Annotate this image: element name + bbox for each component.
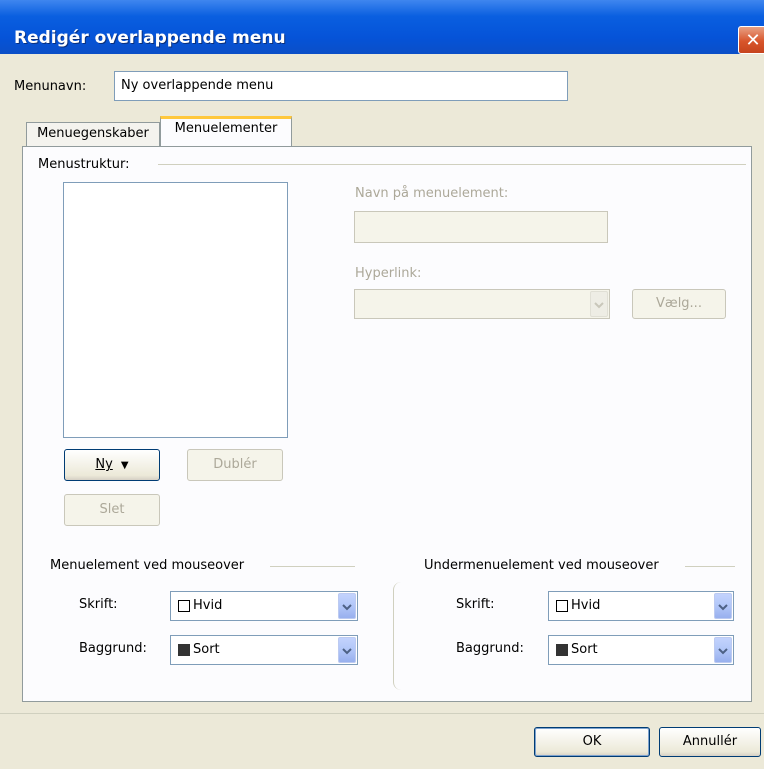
new-button[interactable]: Ny ▼ [64,449,160,481]
close-icon: ✕ [745,29,761,51]
right-bg-value: Sort [571,642,598,657]
chevron-down-icon[interactable] [714,637,732,663]
white-swatch [556,600,568,612]
right-mouseover-title: Undermenuelement ved mouseover [424,558,659,573]
left-bg-select[interactable]: Sort [170,635,358,665]
item-name-label: Navn på menuelement: [355,186,509,201]
left-font-select[interactable]: Hvid [170,591,358,621]
chevron-down-icon[interactable] [714,593,732,619]
ok-button[interactable]: OK [534,727,650,757]
structure-label: Menustruktur: [38,157,130,172]
right-font-label: Skrift: [456,597,495,612]
left-mouseover-title: Menuelement ved mouseover [50,558,245,573]
chevron-down-icon[interactable] [590,291,608,317]
close-button[interactable]: ✕ [738,26,764,54]
tab-menu-elements[interactable]: Menuelementer [160,116,292,147]
left-bg-value: Sort [193,642,220,657]
cancel-button[interactable]: Annullér [659,727,761,757]
item-name-input[interactable] [354,211,608,243]
menu-name-label: Menunavn: [14,79,87,94]
right-font-select[interactable]: Hvid [548,591,734,621]
menu-structure-list[interactable] [63,182,288,438]
window-title: Redigér overlappende menu [14,28,286,48]
duplicate-button[interactable]: Dublér [187,449,283,481]
group-separator [393,582,402,690]
chevron-down-icon[interactable] [338,637,356,663]
right-mouseover-divider [685,566,735,567]
chevron-down-icon: ▼ [120,460,129,471]
delete-button[interactable]: Slet [64,494,160,526]
hyperlink-select[interactable] [354,289,610,319]
menu-name-input[interactable]: Ny overlappende menu [114,71,568,101]
hyperlink-label: Hyperlink: [355,266,422,281]
right-bg-select[interactable]: Sort [548,635,734,665]
left-font-value: Hvid [193,598,223,613]
left-font-label: Skrift: [79,597,118,612]
white-swatch [178,600,190,612]
structure-divider [158,164,746,165]
black-swatch [556,644,568,656]
footer-divider [0,713,764,714]
left-bg-label: Baggrund: [79,641,147,656]
chevron-down-icon[interactable] [338,593,356,619]
right-font-value: Hvid [571,598,601,613]
right-bg-label: Baggrund: [456,641,524,656]
title-bar: Redigér overlappende menu ✕ [0,0,764,54]
tab-menu-properties[interactable]: Menuegenskaber [26,122,160,147]
left-mouseover-divider [270,566,355,567]
new-button-label: Ny [95,457,113,472]
black-swatch [178,644,190,656]
choose-hyperlink-button[interactable]: Vælg... [632,289,726,319]
